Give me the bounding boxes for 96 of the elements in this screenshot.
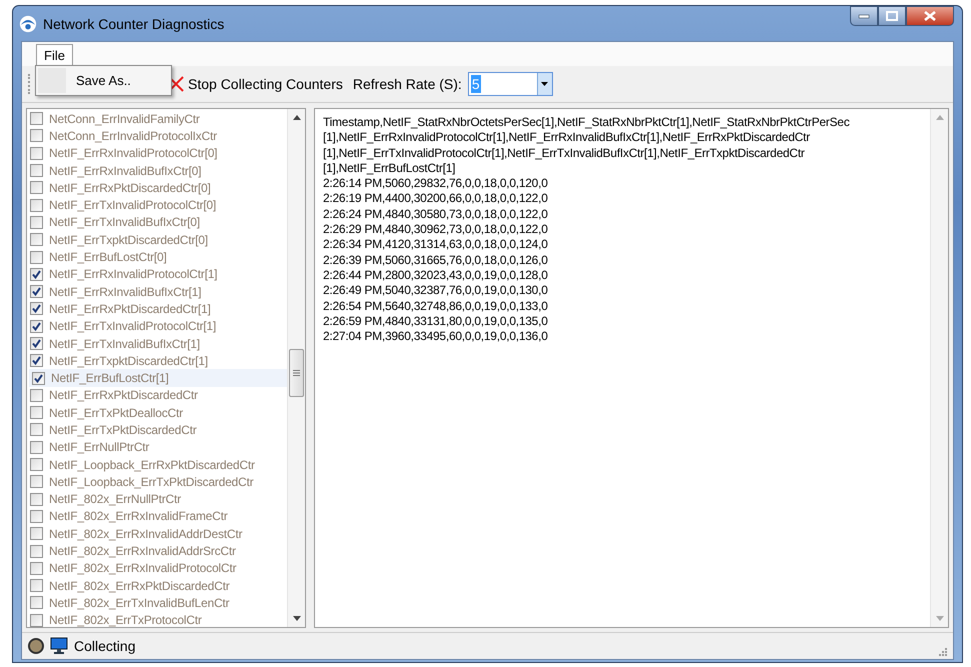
checkbox[interactable] — [30, 475, 43, 488]
log-line: 2:26:29 PM,4840,30962,73,0,0,18,0,0,122,0 — [323, 222, 549, 238]
counter-list-item[interactable]: NetIF_ErrRxPktDiscardedCtr[1] — [27, 300, 287, 318]
checkbox[interactable] — [30, 579, 43, 592]
log-line: 2:26:39 PM,5060,31665,76,0,0,18,0,0,126,0 — [323, 252, 549, 268]
log-line: [1],NetIF_ErrBufLostCtr[1] — [323, 160, 456, 176]
computer-icon — [50, 637, 68, 655]
counter-list-item[interactable]: NetIF_802x_ErrTxProtocolCtr — [27, 612, 287, 627]
checkbox[interactable] — [32, 372, 45, 385]
log-line: 2:26:59 PM,4840,33131,80,0,0,19,0,0,135,0 — [323, 314, 549, 330]
close-icon — [923, 11, 937, 21]
stop-collecting-button[interactable]: Stop Collecting Counters — [168, 76, 343, 92]
counter-list-item[interactable]: NetIF_802x_ErrRxPktDiscardedCtr — [27, 577, 287, 594]
checkbox[interactable] — [30, 458, 43, 472]
log-line: 2:27:04 PM,3960,33495,60,0,0,19,0,0,136,0 — [323, 329, 549, 344]
counter-list-item[interactable]: NetIF_ErrBufLostCtr[1] — [29, 369, 287, 387]
checkbox[interactable] — [30, 614, 43, 627]
log-line: 2:26:49 PM,5040,32387,76,0,0,19,0,0,130,0 — [323, 283, 549, 299]
checkbox[interactable] — [30, 440, 43, 454]
counter-list-item[interactable]: NetConn_ErrInvalidProtocolIxCtr — [27, 127, 287, 145]
checkbox[interactable] — [30, 596, 43, 610]
checkbox[interactable] — [30, 562, 43, 575]
menu-item[interactable]: File — [36, 44, 73, 66]
counter-list-item[interactable]: NetIF_802x_ErrRxInvalidFrameCtr — [27, 508, 287, 526]
refresh-rate-dropdown[interactable]: 5 — [468, 72, 553, 96]
counter-list-item[interactable]: NetIF_Loopback_ErrRxPktDiscardedCtr — [27, 456, 287, 474]
refresh-rate-label: Refresh Rate (S): — [352, 76, 462, 92]
counter-list-item[interactable]: NetIF_ErrTxPktDiscardedCtr — [27, 421, 287, 439]
log-line: 2:26:19 PM,4400,30200,66,0,0,18,0,0,122,0 — [323, 191, 549, 207]
counter-list-item[interactable]: NetIF_ErrRxPktDiscardedCtr — [27, 386, 287, 404]
checkbox[interactable] — [30, 406, 43, 420]
app-logo-icon — [19, 14, 37, 32]
counter-list-item[interactable]: NetIF_ErrRxInvalidBufIxCtr[0] — [27, 162, 287, 180]
counter-list-item[interactable]: NetIF_802x_ErrRxInvalidProtocolCtr — [27, 560, 287, 578]
log-line: [1],NetIF_ErrRxInvalidProtocolCtr[1],NetIF_ErrRxInvalidBufIxCtr[1],NetIF_ErrRxPktDiscardedCtr — [323, 130, 811, 146]
log-line: 2:26:14 PM,5060,29832,76,0,0,18,0,0,120,0 — [323, 176, 549, 192]
checkbox[interactable] — [30, 337, 43, 350]
scroll-up-icon[interactable] — [292, 115, 300, 120]
counter-list-item[interactable]: NetIF_ErrRxPktDiscardedCtr[0] — [27, 179, 287, 196]
checkbox[interactable] — [30, 388, 43, 402]
output-text-area[interactable] — [314, 108, 949, 628]
checkbox[interactable] — [30, 510, 43, 523]
window-title: Network Counter Diagnostics — [43, 16, 224, 32]
checkbox[interactable] — [30, 268, 43, 281]
counter-list-item[interactable]: NetIF_ErrRxInvalidBufIxCtr[1] — [27, 282, 287, 300]
log-line: 2:26:44 PM,2800,32023,43,0,0,19,0,0,128,0 — [323, 268, 549, 284]
counter-list-item[interactable]: NetIF_ErrRxInvalidProtocolCtr[0] — [27, 144, 287, 162]
counter-list-item[interactable]: NetIF_ErrTxInvalidBufIxCtr[0] — [27, 214, 287, 232]
status-text: Collecting — [74, 638, 136, 654]
resize-grip-icon[interactable] — [937, 646, 947, 656]
checkbox[interactable] — [30, 164, 43, 178]
counter-list-item[interactable]: NetIF_802x_ErrTxInvalidBufLenCtr — [27, 594, 287, 612]
checkbox[interactable] — [30, 129, 43, 142]
grip-lines-icon — [293, 370, 300, 376]
counter-list-item[interactable]: NetIF_802x_ErrRxInvalidAddrDestCtr — [27, 525, 287, 542]
scrollbar[interactable] — [287, 109, 305, 627]
checkbox[interactable] — [30, 285, 43, 298]
checkbox[interactable] — [30, 250, 43, 264]
log-line: Timestamp,NetIF_StatRxNbrOctetsPerSec[1],NetIF_StatRxNbrPktCtr[1],NetIF_StatRxNbrPktCtrPerSec — [323, 115, 850, 130]
counter-list-item[interactable]: NetIF_ErrRxInvalidProtocolCtr[1] — [27, 266, 287, 283]
checkbox[interactable] — [30, 320, 43, 333]
counter-list-item[interactable]: NetIF_802x_ErrNullPtrCtr — [27, 490, 287, 508]
counter-list-item[interactable]: NetIF_ErrTxInvalidBufIxCtr[1] — [27, 334, 287, 352]
counter-list-item[interactable]: NetConn_ErrInvalidFamilyCtr — [27, 110, 287, 128]
checkbox[interactable] — [30, 492, 43, 506]
counter-list-item[interactable]: NetIF_ErrNullPtrCtr — [27, 438, 287, 456]
counter-list-item[interactable]: NetIF_ErrTxpktDiscardedCtr[1] — [27, 352, 287, 370]
checkbox[interactable] — [30, 181, 43, 194]
counter-list-item[interactable]: NetIF_ErrTxInvalidProtocolCtr[0] — [27, 196, 287, 214]
log-line: 2:26:24 PM,4840,30580,73,0,0,18,0,0,122,0 — [323, 206, 549, 222]
checkbox[interactable] — [30, 527, 43, 540]
log-line: 2:26:34 PM,4120,31314,63,0,0,18,0,0,124,0 — [323, 237, 549, 253]
counter-list-item[interactable]: NetIF_ErrBufLostCtr[0] — [27, 248, 287, 266]
checkbox[interactable] — [30, 302, 43, 316]
checkbox[interactable] — [30, 146, 43, 160]
minimize-icon — [858, 13, 870, 19]
counter-list-item[interactable]: NetIF_802x_ErrRxInvalidAddrSrcCtr — [27, 542, 287, 560]
checkbox[interactable] — [30, 198, 43, 212]
checkbox[interactable] — [30, 354, 43, 368]
checkbox[interactable] — [30, 544, 43, 558]
maximize-button[interactable] — [878, 6, 906, 26]
counter-list-item[interactable]: NetIF_ErrTxInvalidProtocolCtr[1] — [27, 318, 287, 335]
minimize-button[interactable] — [850, 6, 878, 26]
checkbox[interactable] — [30, 233, 43, 246]
log-line: 2:26:54 PM,5640,32748,86,0,0,19,0,0,133,0 — [323, 298, 549, 314]
scroll-down-icon[interactable] — [292, 616, 300, 621]
checkbox[interactable] — [30, 112, 43, 126]
log-line: [1],NetIF_ErrTxInvalidProtocolCtr[1],NetIF_ErrTxInvalidBufIxCtr[1],NetIF_ErrTxpktDiscardedCtr — [323, 146, 806, 161]
close-button[interactable] — [906, 6, 954, 26]
checkbox[interactable] — [30, 423, 43, 436]
counter-list-item[interactable]: NetIF_ErrTxpktDiscardedCtr[0] — [27, 231, 287, 248]
status-indicator — [28, 638, 44, 654]
maximize-icon — [886, 11, 898, 21]
counter-list-item[interactable]: NetIF_Loopback_ErrTxPktDiscardedCtr — [27, 473, 287, 491]
checkbox[interactable] — [30, 216, 43, 229]
counter-list-item[interactable]: NetIF_ErrTxPktDeallocCtr — [27, 404, 287, 422]
